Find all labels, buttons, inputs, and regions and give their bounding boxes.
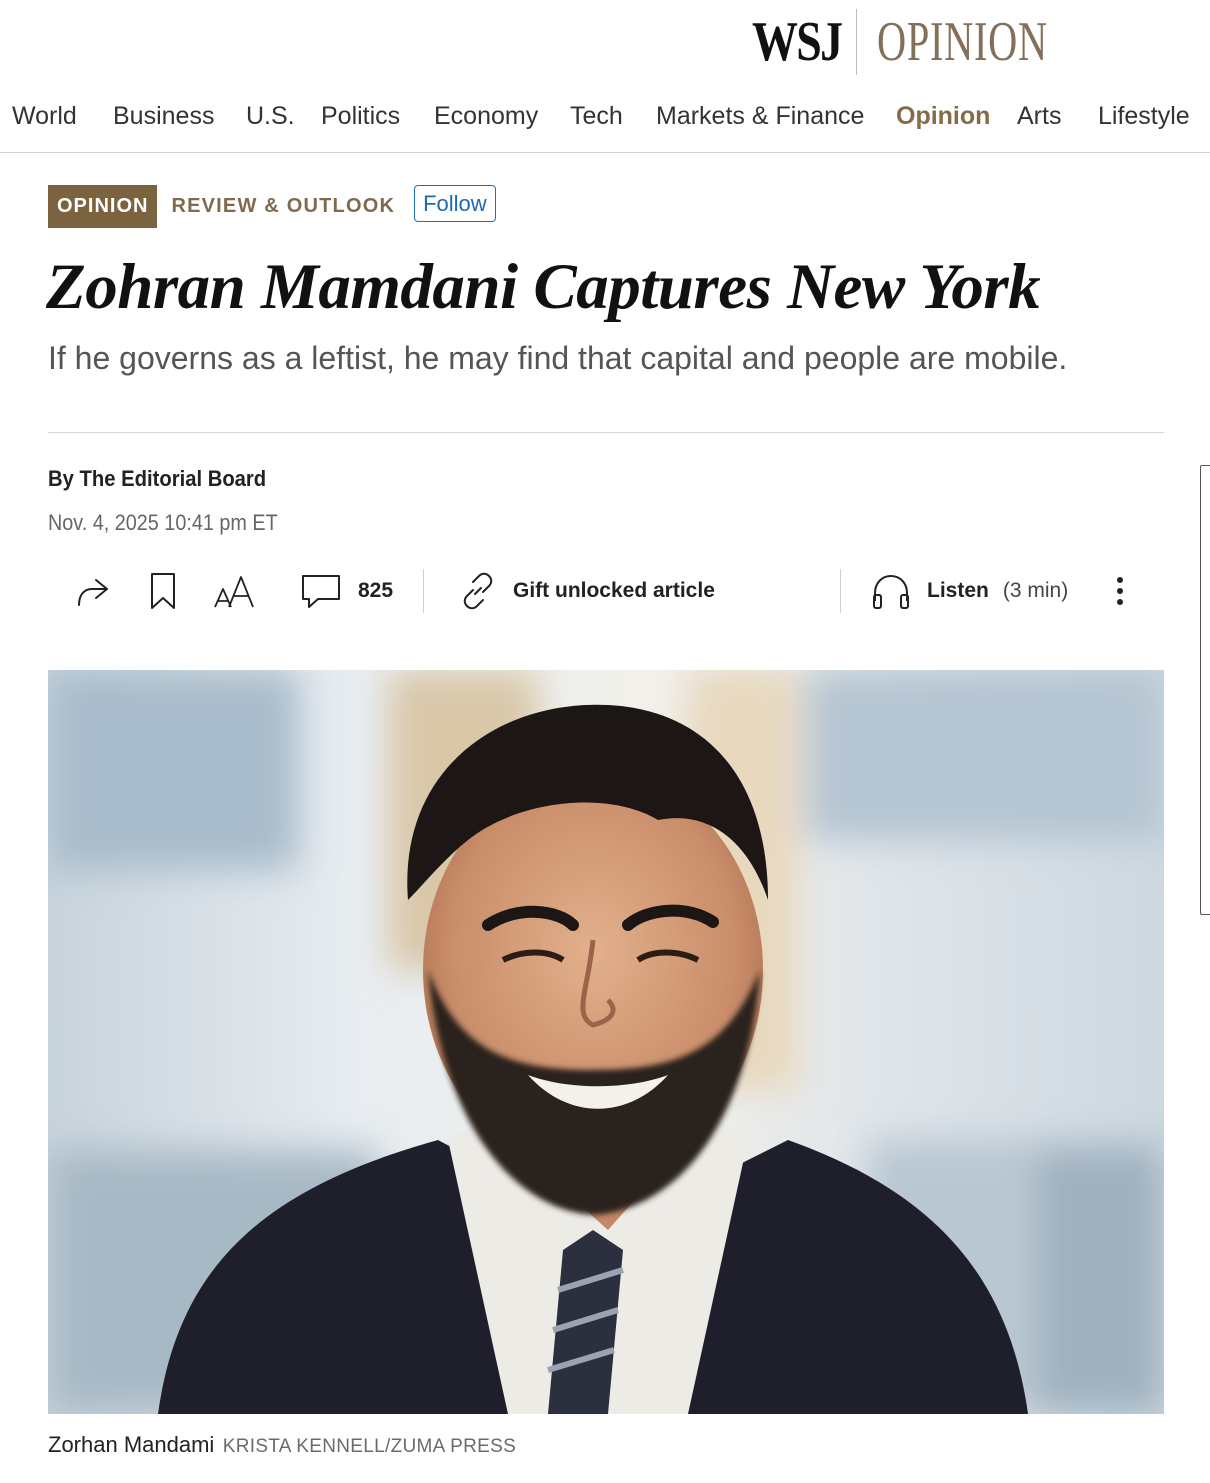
divider bbox=[48, 432, 1164, 433]
comments-button[interactable]: 825 bbox=[300, 562, 393, 620]
timestamp: Nov. 4, 2025 10:41 pm ET bbox=[48, 510, 278, 535]
caption-text: Zorhan Mandami bbox=[48, 1432, 215, 1457]
listen-button[interactable]: Listen (3 min) bbox=[870, 562, 1068, 620]
more-options-button[interactable] bbox=[1108, 562, 1132, 620]
nav-item-tech[interactable]: Tech bbox=[570, 102, 623, 131]
gift-link-icon bbox=[458, 571, 498, 611]
toolbar-divider bbox=[423, 569, 424, 613]
byline[interactable]: By The Editorial Board bbox=[48, 466, 266, 492]
gift-label: Gift unlocked article bbox=[513, 579, 715, 602]
bookmark-button[interactable] bbox=[148, 562, 178, 620]
photo-caption: Zorhan Mandami KRISTA KENNELL/ZUMA PRESS bbox=[48, 1432, 516, 1458]
section-label[interactable]: REVIEW & OUTLOOK bbox=[171, 195, 395, 218]
listen-label: Listen bbox=[927, 579, 989, 602]
nav-item-world[interactable]: World bbox=[12, 102, 77, 131]
flashline: OPINION REVIEW & OUTLOOK Follow bbox=[48, 185, 496, 228]
portrait-image bbox=[48, 670, 1164, 1414]
opinion-badge[interactable]: OPINION bbox=[48, 185, 158, 228]
comment-count: 825 bbox=[358, 579, 394, 602]
article-headline: Zohran Mamdani Captures New York bbox=[46, 251, 1041, 323]
masthead-logo[interactable]: WSJ OPINION bbox=[752, 8, 1114, 76]
follow-button[interactable]: Follow bbox=[414, 185, 496, 222]
section-nav: World Business U.S. Politics Economy Tec… bbox=[0, 96, 1210, 153]
gift-article-button[interactable]: Gift unlocked article bbox=[458, 562, 715, 620]
text-size-button[interactable] bbox=[213, 562, 257, 620]
nav-item-markets-finance[interactable]: Markets & Finance bbox=[656, 102, 864, 131]
more-vertical-icon bbox=[1108, 571, 1132, 611]
opinion-logo[interactable]: OPINION bbox=[877, 10, 1048, 74]
side-panel-edge[interactable] bbox=[1200, 465, 1210, 915]
nav-item-politics[interactable]: Politics bbox=[321, 102, 400, 131]
comment-icon bbox=[300, 571, 342, 611]
nav-item-arts[interactable]: Arts bbox=[1017, 102, 1061, 131]
headphones-icon bbox=[870, 571, 912, 611]
nav-item-us[interactable]: U.S. bbox=[246, 102, 295, 131]
listen-duration: (3 min) bbox=[1002, 579, 1069, 602]
logo-divider bbox=[856, 9, 857, 75]
article-photo[interactable] bbox=[48, 670, 1164, 1414]
nav-item-opinion[interactable]: Opinion bbox=[896, 102, 990, 131]
bookmark-icon bbox=[148, 571, 178, 611]
nav-item-business[interactable]: Business bbox=[113, 102, 214, 131]
nav-item-economy[interactable]: Economy bbox=[434, 102, 538, 131]
toolbar-divider bbox=[840, 569, 841, 613]
article-dek: If he governs as a leftist, he may find … bbox=[48, 340, 1068, 376]
text-size-icon bbox=[213, 571, 257, 611]
share-button[interactable] bbox=[72, 562, 112, 620]
article-toolbar: 825 Gift unlocked article Listen (3 min) bbox=[48, 562, 1164, 620]
share-icon bbox=[72, 571, 112, 611]
wsj-logo[interactable]: WSJ bbox=[752, 10, 843, 74]
photo-credit: KRISTA KENNELL/ZUMA PRESS bbox=[222, 1436, 517, 1457]
nav-item-lifestyle[interactable]: Lifestyle bbox=[1098, 102, 1190, 131]
